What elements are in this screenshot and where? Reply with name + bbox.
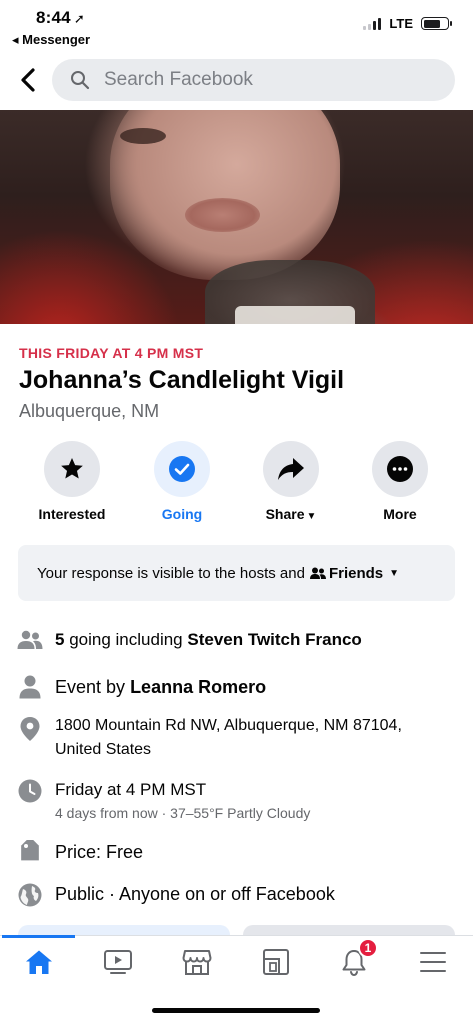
host-text: Event by Leanna Romero [55,677,266,698]
ellipsis-icon [387,456,413,482]
host-name-link[interactable]: Leanna Romero [130,677,266,697]
location-arrow-icon: ➚ [73,11,85,26]
going-summary: 5 going including Steven Twitch Franco [55,630,362,650]
search-input[interactable] [104,69,424,91]
audience-label: Friends [328,564,384,582]
host-prefix: Event by [55,677,126,697]
clock-text: 8:44 [36,8,71,27]
response-visibility-banner[interactable]: Your response is visible to the hosts an… [18,545,455,601]
search-icon [71,71,90,90]
share-circle[interactable] [263,441,319,497]
star-icon [61,457,83,479]
location-pin-icon [17,716,43,742]
caret-down-icon: ▼ [306,511,317,522]
share-button[interactable]: Share ▼ [236,441,346,522]
address-line-2: United States [55,741,152,758]
more-button[interactable]: More [345,441,455,522]
going-label: Going [161,506,203,522]
tab-marketplace[interactable] [177,944,217,980]
chevron-left-icon [21,68,35,92]
home-icon [26,950,52,974]
event-title: Johanna’s Candlelight Vigil [19,366,345,394]
bottom-tab-bar: 1 [0,935,473,993]
people-icon [17,627,43,653]
share-text: Share [265,506,305,522]
signal-icon [363,17,382,30]
clock-icon [17,778,43,804]
check-circle-icon [169,456,195,482]
tab-watch[interactable] [98,944,138,980]
cover-collar [235,306,355,324]
status-bar: 8:44 ➚ ◂ Messenger LTE [0,0,473,50]
video-icon [104,950,132,974]
event-time-sub: 4 days from now · 37–55°F Partly Cloudy [55,805,311,821]
event-date: THIS FRIDAY AT 4 PM MST [19,345,204,361]
event-location[interactable]: Albuquerque, NM [19,401,159,422]
audience-selector[interactable]: Friends [309,564,384,582]
price-text: Price: Free [55,842,144,862]
top-nav [0,55,473,107]
going-text: going including [69,630,183,649]
back-button[interactable] [14,65,42,95]
battery-icon [421,17,452,30]
search-bar[interactable] [52,59,455,101]
more-circle[interactable] [372,441,428,497]
globe-icon [17,882,43,908]
tab-notifications[interactable]: 1 [334,938,378,980]
caret-down-icon: ▼ [389,567,400,579]
interested-label: Interested [38,506,106,522]
event-time: Friday at 4 PM MST [55,780,207,799]
tab-home[interactable] [19,944,59,980]
cover-eye [120,128,166,144]
more-label: More [383,506,417,522]
friends-icon [309,567,326,579]
status-indicators: LTE [363,16,452,31]
share-arrow-icon [278,458,304,480]
share-label: Share ▼ [236,506,346,522]
visibility-text: Your response is visible to the hosts an… [37,564,305,582]
marketplace-icon [182,950,212,975]
back-to-app-link[interactable]: ◂ Messenger [12,32,90,48]
pages-icon [263,949,289,975]
going-count: 5 [55,630,65,649]
event-actions: Interested Going Share ▼ More [0,441,473,531]
price-tag-icon [17,840,43,866]
person-icon [17,674,43,700]
going-person-link[interactable]: Steven Twitch Franco [187,630,361,649]
tab-pages[interactable] [256,944,296,980]
status-time: 8:44 ➚ [36,8,85,28]
address-line-1: 1800 Mountain Rd NW, Albuquerque, NM 871… [55,717,402,734]
going-circle[interactable] [154,441,210,497]
active-tab-indicator [2,935,75,938]
menu-icon [420,952,446,972]
interested-circle[interactable] [44,441,100,497]
network-label: LTE [389,16,413,31]
cover-lips [185,198,260,232]
privacy-text: Public · Anyone on or off Facebook [55,884,335,904]
notifications-badge: 1 [358,938,378,958]
tab-menu[interactable] [413,944,453,980]
home-indicator[interactable] [152,1008,320,1013]
interested-button[interactable]: Interested [17,441,127,522]
going-button[interactable]: Going [127,441,237,522]
event-cover-photo[interactable] [0,110,473,324]
